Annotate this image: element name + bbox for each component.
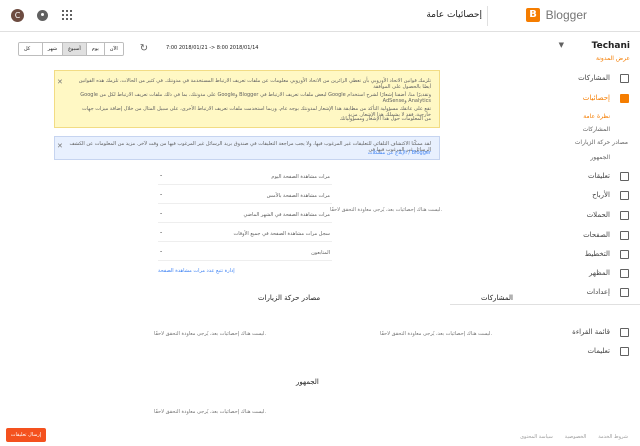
- send-feedback-button[interactable]: إرسال تعليقات: [6, 428, 46, 442]
- brand-name[interactable]: Blogger: [546, 8, 587, 22]
- footer-links: شروط الخدمة الخصوصية سياسة المحتوى: [520, 434, 628, 440]
- refresh-icon[interactable]: ↻: [138, 43, 150, 55]
- sidebar-item-stats[interactable]: إحصائيات: [450, 90, 640, 108]
- sidebar-subitem-posts[interactable]: المشاركات: [450, 124, 640, 136]
- stat-row: المتابعون -: [158, 242, 332, 261]
- traffic-empty-message: ليست هناك إحصائيات بعد، يُرجى معاودة الت…: [154, 331, 267, 337]
- sidebar-item-settings[interactable]: إعدادات: [450, 284, 640, 302]
- period-week-button[interactable]: أسبوع: [62, 43, 86, 55]
- chevron-down-icon[interactable]: ▼: [559, 41, 564, 49]
- sidebar-item-theme[interactable]: المظهر: [450, 265, 640, 283]
- posts-empty-message: ليست هناك إحصائيات بعد، يُرجى معاودة الت…: [380, 331, 493, 337]
- stats-icon: [620, 94, 629, 103]
- sidebar-divider: [450, 304, 640, 305]
- sidebar-item-pages[interactable]: الصفحات: [450, 227, 640, 245]
- sidebar-item-comments[interactable]: تعليقات: [450, 168, 640, 186]
- terms-link[interactable]: شروط الخدمة: [598, 434, 628, 440]
- notice-line: من المعلومات حول هذا الإشعار ومسؤولياتك: [339, 116, 431, 122]
- close-icon[interactable]: ✕: [57, 78, 63, 86]
- campaigns-icon: [620, 211, 629, 220]
- sidebar-item-campaigns[interactable]: الحملات: [450, 207, 640, 225]
- avatar[interactable]: C: [11, 9, 24, 22]
- traffic-section-title: مصادر حركة الزيارات: [258, 294, 321, 302]
- sidebar-item-posts[interactable]: المشاركات: [450, 70, 640, 88]
- audience-empty-message: ليست هناك إحصائيات بعد، يُرجى معاودة الت…: [154, 409, 267, 415]
- period-all-time-button[interactable]: كل الوقت: [19, 43, 42, 55]
- blogger-logo-icon[interactable]: B: [526, 8, 540, 22]
- period-day-button[interactable]: يوم: [85, 43, 104, 55]
- period-selector: كل الوقت شهر أسبوع يوم الآن: [18, 42, 124, 56]
- privacy-link[interactable]: الخصوصية: [565, 434, 587, 440]
- spam-info-notice: ✕ لقد ممكّنا الاكتشاف التلقائي للتعليقات…: [54, 136, 440, 160]
- eu-cookie-notice: ✕ تلزمك قوانين الاتحاد الأوروبي بأن تعطي…: [54, 70, 440, 128]
- header-divider: [487, 6, 488, 26]
- stat-row: مرات مشاهدة الصفحة اليوم -: [158, 166, 332, 185]
- comments-icon: [620, 172, 629, 181]
- apps-grid-icon[interactable]: [62, 10, 72, 20]
- sidebar-item-earnings[interactable]: الأرباح: [450, 187, 640, 205]
- info-link[interactable]: Blogger / الإبلاغ عن مشكلات: [69, 150, 431, 156]
- sidebar-subitem-traffic[interactable]: مصادر حركة الزيارات: [450, 137, 640, 149]
- audience-section-title: الجمهور: [296, 378, 319, 386]
- close-icon[interactable]: ✕: [57, 142, 63, 150]
- posts-section-title: المشاركات: [481, 294, 513, 302]
- sidebar-item-layout[interactable]: التخطيط: [450, 246, 640, 264]
- pages-icon: [620, 231, 629, 240]
- settings-icon: [620, 288, 629, 297]
- period-now-button[interactable]: الآن: [103, 43, 123, 55]
- notice-line: وتقديرًا منا، أضفنا إشعارًا لشرح استخدام…: [80, 92, 431, 104]
- earnings-icon: [620, 191, 629, 200]
- manage-tracking-link[interactable]: إدارة تتبع عدد مرات مشاهدة الصفحة: [158, 268, 235, 274]
- notice-line: تلزمك قوانين الاتحاد الأوروبي بأن تعطي ا…: [78, 78, 431, 90]
- stat-row: مرات مشاهدة الصفحة في الشهر الماضي -: [158, 204, 332, 223]
- view-blog-link[interactable]: عرض المدونة: [596, 55, 630, 62]
- sidebar-subitem-audience[interactable]: الجمهور: [450, 152, 640, 164]
- reading-list-icon: [620, 328, 629, 337]
- blog-name[interactable]: Techani: [592, 41, 630, 51]
- notifications-icon[interactable]: [37, 10, 48, 21]
- theme-icon: [620, 269, 629, 278]
- sidebar: Techani ▼ عرض المدونة المشاركات إحصائيات…: [450, 32, 640, 446]
- stat-row: مرات مشاهدة الصفحة بالأمس -: [158, 185, 332, 204]
- stat-row: سجل مرات مشاهدة الصفحة في جميع الأوقات -: [158, 223, 332, 242]
- pageviews-summary: مرات مشاهدة الصفحة اليوم - مرات مشاهدة ال…: [158, 166, 332, 261]
- date-range: 7:00 2018/01/21 -> 8:00 2018/01/14: [166, 45, 259, 51]
- top-bar: C إحصائيات عامة Blogger B: [0, 0, 640, 32]
- chart-empty-message: ليست هناك إحصائيات بعد، يُرجى معاودة الت…: [330, 207, 443, 213]
- layout-icon: [620, 250, 629, 259]
- content-policy-link[interactable]: سياسة المحتوى: [520, 434, 553, 440]
- period-month-button[interactable]: شهر: [41, 43, 63, 55]
- sidebar-subitem-overview[interactable]: نظرة عامة: [450, 111, 640, 123]
- posts-icon: [620, 74, 629, 83]
- help-icon: [620, 347, 629, 356]
- sidebar-item-help[interactable]: تعليمات: [450, 343, 640, 361]
- page-title: إحصائيات عامة: [426, 10, 482, 20]
